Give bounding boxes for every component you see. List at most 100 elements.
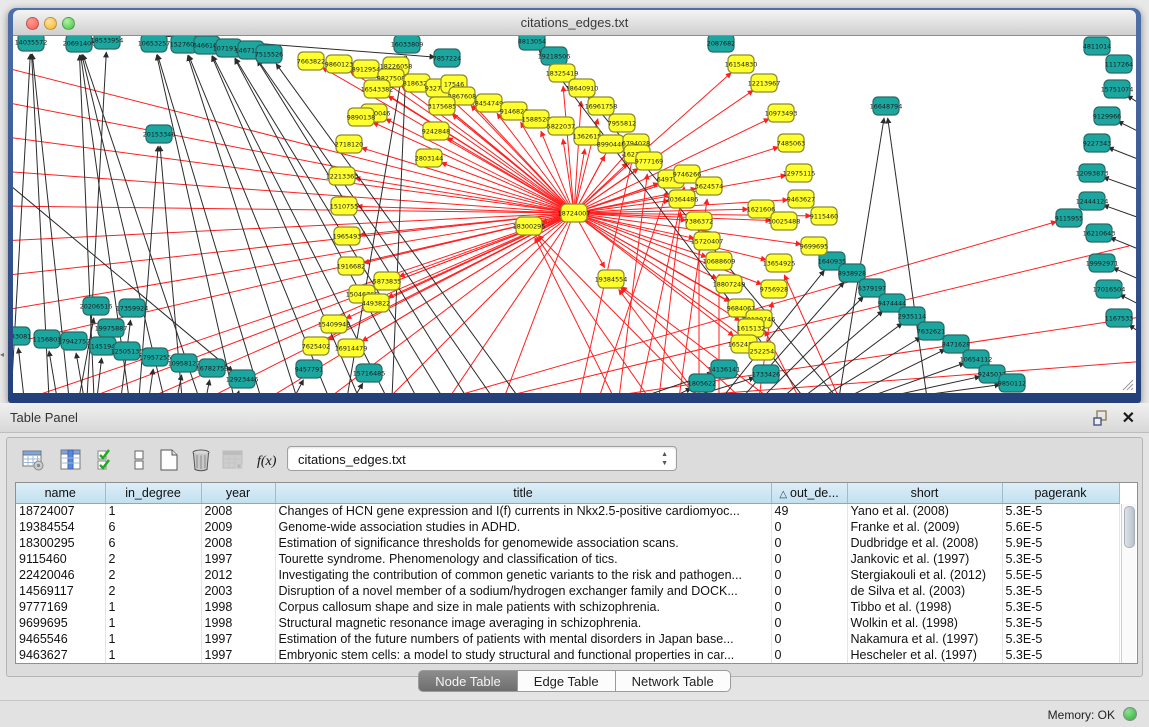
edge[interactable] bbox=[1129, 325, 1136, 338]
edge[interactable] bbox=[1120, 294, 1136, 309]
graph-node[interactable]: 1805622 bbox=[688, 374, 716, 392]
graph-node[interactable]: 10688609 bbox=[703, 252, 736, 270]
graph-node[interactable]: 9850112 bbox=[998, 374, 1026, 392]
cell-pagerank[interactable]: 5.9E-5 bbox=[1002, 535, 1119, 551]
column-header-pagerank[interactable]: pagerank bbox=[1002, 483, 1119, 503]
graph-node[interactable]: 9699695 bbox=[800, 237, 828, 255]
edge[interactable] bbox=[846, 349, 945, 393]
cell-title[interactable]: Genome-wide association studies in ADHD. bbox=[275, 519, 771, 535]
cell-in_degree[interactable]: 6 bbox=[105, 535, 201, 551]
graph-node[interactable]: 16154830 bbox=[725, 55, 758, 73]
graph-node[interactable]: 15751074 bbox=[1101, 80, 1134, 98]
cell-out_degree[interactable]: 49 bbox=[771, 503, 847, 519]
table-settings-icon[interactable] bbox=[19, 446, 47, 474]
edge[interactable] bbox=[1127, 96, 1136, 109]
cell-title[interactable]: Structural magnetic resonance image aver… bbox=[275, 615, 771, 631]
graph-node[interactable]: 2803144 bbox=[415, 149, 443, 167]
cell-name[interactable]: 14569117 bbox=[16, 583, 105, 599]
edge[interactable] bbox=[659, 212, 681, 393]
graph-node[interactable]: 9890138 bbox=[347, 108, 375, 126]
graph-node[interactable]: 9860123 bbox=[325, 55, 353, 73]
graph-node[interactable]: 12975115 bbox=[783, 164, 816, 182]
graph-node[interactable]: 14035572 bbox=[15, 36, 48, 51]
column-header-out_degree[interactable]: △out_de... bbox=[771, 483, 847, 503]
graph-node[interactable]: 19218506 bbox=[538, 47, 571, 65]
edge[interactable] bbox=[188, 55, 297, 393]
edge[interactable] bbox=[1103, 205, 1136, 221]
table-row[interactable]: 1872400712008Changes of HCN gene express… bbox=[16, 503, 1119, 519]
cell-short[interactable]: Yano et al. (2008) bbox=[847, 503, 1002, 519]
cell-title[interactable]: Investigating the contribution of common… bbox=[275, 567, 771, 583]
graph-node[interactable]: 9227343 bbox=[1083, 134, 1111, 152]
node-attribute-table[interactable]: namein_degreeyeartitle△out_de...shortpag… bbox=[15, 482, 1138, 664]
graph-node[interactable]: 12444124 bbox=[1076, 192, 1109, 210]
cell-pagerank[interactable]: 5.3E-5 bbox=[1002, 583, 1119, 599]
graph-node[interactable]: 10653257 bbox=[138, 36, 171, 52]
cell-pagerank[interactable]: 5.3E-5 bbox=[1002, 599, 1119, 615]
delete-icon[interactable] bbox=[187, 446, 215, 474]
cell-name[interactable]: 19384554 bbox=[16, 519, 105, 535]
graph-node[interactable]: 12923446 bbox=[226, 370, 259, 388]
cell-in_degree[interactable]: 1 bbox=[105, 647, 201, 663]
resize-grip-icon[interactable] bbox=[1120, 377, 1134, 391]
graph-node[interactable]: 20206516 bbox=[80, 297, 113, 315]
table-row[interactable]: 1938455462009Genome-wide association stu… bbox=[16, 519, 1119, 535]
edge[interactable] bbox=[574, 101, 581, 213]
cell-name[interactable]: 9463627 bbox=[16, 647, 105, 663]
cell-pagerank[interactable]: 5.3E-5 bbox=[1002, 631, 1119, 647]
graph-node[interactable]: 15409948 bbox=[318, 315, 351, 333]
graph-node[interactable]: 3624574 bbox=[695, 177, 723, 195]
graph-node[interactable]: 7625402 bbox=[302, 337, 330, 355]
cell-pagerank[interactable]: 5.3E-5 bbox=[1002, 647, 1119, 663]
table-row[interactable]: 1456911722003Disruption of a novel membe… bbox=[16, 583, 1119, 599]
cell-in_degree[interactable]: 1 bbox=[105, 631, 201, 647]
tab-edge-table[interactable]: Edge Table bbox=[518, 670, 616, 692]
citation-network-graph[interactable]: 1403557220691406185339541065325715276026… bbox=[13, 36, 1136, 393]
edge[interactable] bbox=[765, 331, 799, 393]
cell-year[interactable]: 1998 bbox=[201, 615, 275, 631]
graph-node[interactable]: 1167533 bbox=[1105, 309, 1133, 327]
graph-node[interactable]: 3175685 bbox=[428, 97, 456, 115]
graph-node[interactable]: 4811014 bbox=[1083, 37, 1111, 55]
column-header-title[interactable]: title bbox=[275, 483, 771, 503]
cell-pagerank[interactable]: 5.3E-5 bbox=[1002, 551, 1119, 567]
cell-in_degree[interactable]: 1 bbox=[105, 503, 201, 519]
graph-node[interactable]: 8813054 bbox=[518, 36, 546, 50]
table-row[interactable]: 969969511998Structural magnetic resonanc… bbox=[16, 615, 1119, 631]
vertical-scrollbar[interactable] bbox=[1121, 504, 1136, 663]
graph-node[interactable]: 1916682 bbox=[337, 257, 365, 275]
graph-node[interactable]: 7955812 bbox=[608, 114, 636, 132]
graph-node[interactable]: 1615132 bbox=[737, 319, 765, 337]
row-select-icon[interactable] bbox=[93, 446, 121, 474]
graph-node[interactable]: 17942757 bbox=[58, 332, 91, 350]
table-selector-dropdown[interactable]: citations_edges.txt ▲▼ bbox=[287, 446, 677, 471]
edge[interactable] bbox=[1118, 121, 1136, 136]
graph-node[interactable]: 9457791 bbox=[295, 360, 323, 378]
graph-node[interactable]: 19992971 bbox=[1086, 254, 1119, 272]
tab-node-table[interactable]: Node Table bbox=[418, 670, 518, 692]
graph-node[interactable]: 12213967 bbox=[748, 74, 781, 92]
tab-network-table[interactable]: Network Table bbox=[616, 670, 731, 692]
cell-out_degree[interactable]: 0 bbox=[771, 535, 847, 551]
cell-out_degree[interactable]: 0 bbox=[771, 567, 847, 583]
cell-short[interactable]: Stergiakouli et al. (2012) bbox=[847, 567, 1002, 583]
graph-node[interactable]: 16914479 bbox=[335, 339, 368, 357]
graph-node[interactable]: 5822037 bbox=[547, 117, 575, 135]
graph-node[interactable]: 10973493 bbox=[765, 104, 798, 122]
graph-node[interactable]: 10025488 bbox=[768, 212, 801, 230]
edge[interactable] bbox=[392, 56, 406, 393]
edge[interactable] bbox=[237, 391, 239, 393]
cell-short[interactable]: Nakamura et al. (1997) bbox=[847, 631, 1002, 647]
graph-node[interactable]: 12213363 bbox=[326, 167, 359, 185]
new-file-icon[interactable] bbox=[155, 446, 183, 474]
cell-name[interactable]: 18724007 bbox=[16, 503, 105, 519]
cell-out_degree[interactable]: 0 bbox=[771, 599, 847, 615]
graph-node[interactable]: 17359924 bbox=[116, 299, 149, 317]
cell-out_degree[interactable]: 0 bbox=[771, 551, 847, 567]
column-header-in_degree[interactable]: in_degree bbox=[105, 483, 201, 503]
graph-node[interactable]: 9129966 bbox=[1093, 107, 1121, 125]
cell-name[interactable]: 18300295 bbox=[16, 535, 105, 551]
cell-pagerank[interactable]: 5.3E-5 bbox=[1002, 615, 1119, 631]
cell-short[interactable]: Hescheler et al. (1997) bbox=[847, 647, 1002, 663]
cell-title[interactable]: Estimation of significance thresholds fo… bbox=[275, 535, 771, 551]
